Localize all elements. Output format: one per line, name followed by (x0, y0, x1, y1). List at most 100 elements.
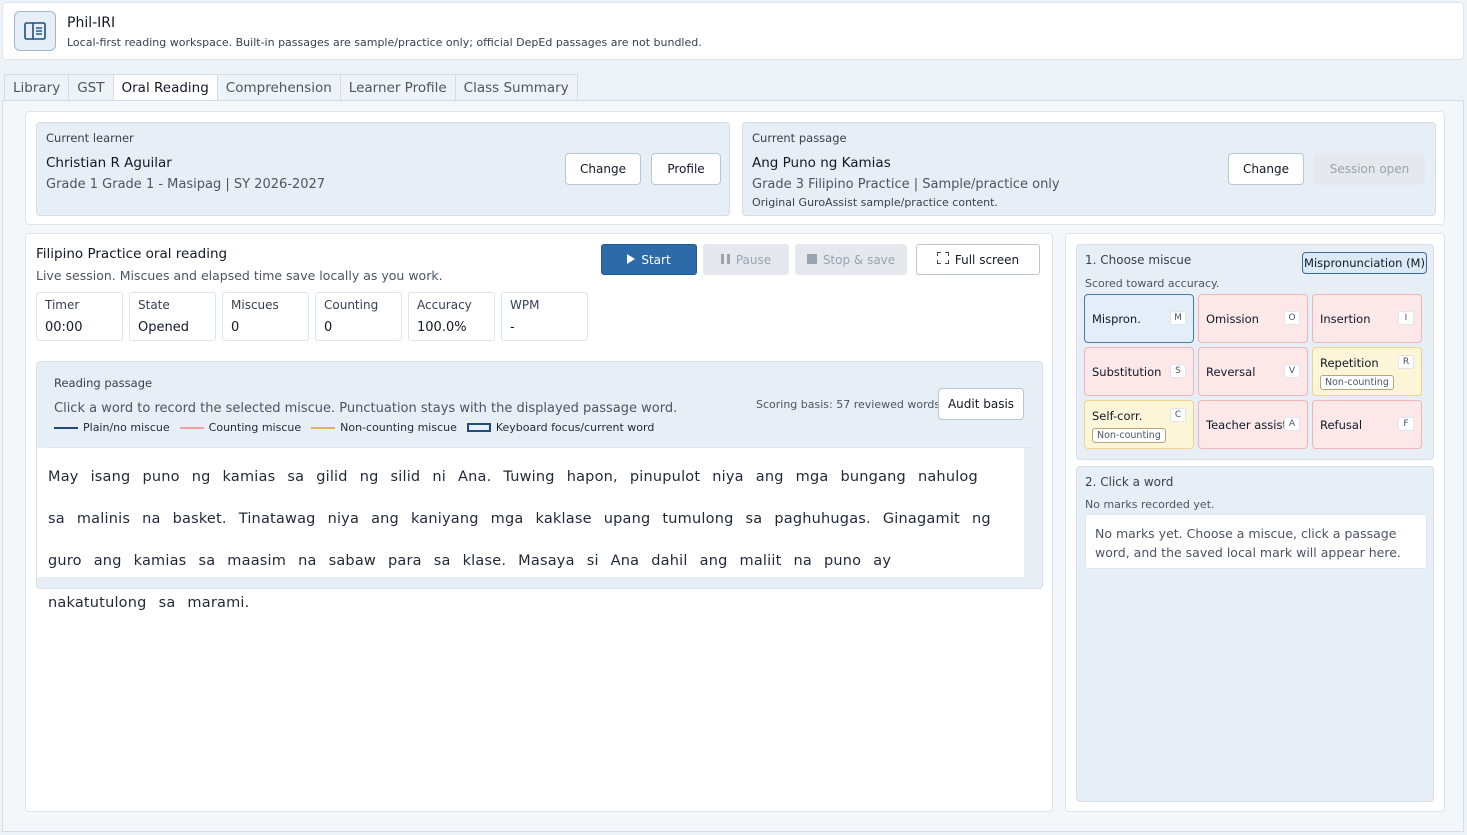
passage-word[interactable]: sa (48, 498, 65, 540)
click-word-title: 2. Click a word (1085, 475, 1174, 489)
passage-word[interactable]: kamias (223, 456, 276, 498)
passage-word[interactable]: bungang (840, 456, 905, 498)
passage-word[interactable]: silid (390, 456, 420, 498)
audit-basis-button[interactable]: Audit basis (938, 388, 1024, 420)
miscue-option-substitution[interactable]: Substitution S (1084, 347, 1194, 396)
tab-library[interactable]: Library (4, 74, 69, 101)
miscue-side-panel: 1. Choose miscue Mispronunciation (M) Sc… (1065, 233, 1445, 812)
stop-save-button[interactable]: Stop & save (795, 244, 907, 275)
passage-word[interactable]: ay (873, 540, 891, 582)
miscue-shortcut-key: F (1398, 417, 1414, 431)
passage-word[interactable]: na (142, 498, 160, 540)
passage-word[interactable]: puno (142, 456, 179, 498)
passage-word[interactable]: basket. (173, 498, 227, 540)
passage-word[interactable]: sabaw (329, 540, 376, 582)
passage-word[interactable]: tumulong (662, 498, 733, 540)
passage-word[interactable]: gilid (316, 456, 348, 498)
passage-card-label: Current passage (752, 131, 847, 145)
passage-word[interactable]: paghuhugas. (774, 498, 871, 540)
passage-word[interactable]: Ginagamit (883, 498, 960, 540)
passage-word[interactable]: guro (48, 540, 82, 582)
passage-word[interactable]: puno (824, 540, 861, 582)
learner-card: Current learner Christian R Aguilar Grad… (36, 122, 730, 216)
passage-word[interactable]: kaklase (536, 498, 592, 540)
passage-word[interactable]: marami. (187, 582, 249, 624)
change-learner-button[interactable]: Change (565, 153, 641, 185)
passage-word[interactable]: isang (91, 456, 131, 498)
passage-word[interactable]: ang (756, 456, 784, 498)
passage-word[interactable]: May (48, 456, 79, 498)
miscue-option-insertion[interactable]: Insertion I (1312, 294, 1422, 343)
stat-state: State Opened (129, 292, 216, 341)
passage-word[interactable]: sa (434, 540, 451, 582)
learner-card-label: Current learner (46, 131, 134, 145)
passage-word[interactable]: malinis (77, 498, 130, 540)
passage-word[interactable]: ng (192, 456, 211, 498)
reading-title: Filipino Practice oral reading (36, 246, 228, 262)
tab-learner-profile[interactable]: Learner Profile (339, 74, 455, 101)
passage-word[interactable]: ni (432, 456, 446, 498)
passage-word[interactable]: Ana. (458, 456, 491, 498)
passage-word[interactable]: maliit (740, 540, 782, 582)
passage-word[interactable]: para (388, 540, 422, 582)
passage-word[interactable]: Ana (611, 540, 640, 582)
play-icon (627, 253, 636, 267)
tab-class-summary[interactable]: Class Summary (454, 74, 578, 101)
miscue-legend: Plain/no miscue Counting miscue Non-coun… (54, 421, 654, 434)
passage-word[interactable]: dahil (651, 540, 687, 582)
miscue-option-reversal[interactable]: Reversal V (1198, 347, 1308, 396)
miscue-option-label: Substitution (1092, 365, 1162, 379)
passage-word[interactable]: nakatutulong (48, 582, 147, 624)
passage-word[interactable]: na (298, 540, 316, 582)
miscue-option-teacher-assist[interactable]: Teacher assist A (1198, 400, 1308, 449)
passage-word[interactable]: Tinatawag (239, 498, 316, 540)
passage-word[interactable]: kaniyang (411, 498, 479, 540)
passage-note: Original GuroAssist sample/practice cont… (752, 196, 998, 209)
miscue-option-repetition[interactable]: Repetition R Non-counting (1312, 347, 1422, 396)
stat-timer: Timer 00:00 (36, 292, 123, 341)
passage-word[interactable]: hapon, (567, 456, 618, 498)
passage-word[interactable]: ng (360, 456, 379, 498)
miscue-option-label: Mispron. (1092, 312, 1141, 326)
miscue-option-mispron[interactable]: Mispron. M (1084, 294, 1194, 343)
profile-button[interactable]: Profile (651, 153, 721, 185)
passage-word[interactable]: mga (491, 498, 524, 540)
passage-word[interactable]: Masaya (518, 540, 575, 582)
passage-word[interactable]: na (794, 540, 812, 582)
passage-word[interactable]: sa (746, 498, 763, 540)
miscue-option-self-corr[interactable]: Self-corr. C Non-counting (1084, 400, 1194, 449)
passage-word[interactable]: niya (328, 498, 360, 540)
miscue-shortcut-key: R (1398, 355, 1414, 369)
passage-word[interactable]: klase. (463, 540, 507, 582)
session-open-button[interactable]: Session open (1314, 153, 1425, 185)
passage-word[interactable]: ang (371, 498, 399, 540)
passage-word[interactable]: ng (972, 498, 991, 540)
passage-word[interactable]: Tuwing (503, 456, 554, 498)
pause-button[interactable]: Pause (703, 244, 789, 275)
tab-comprehension[interactable]: Comprehension (216, 74, 340, 101)
miscue-option-omission[interactable]: Omission O (1198, 294, 1308, 343)
passage-word[interactable]: ang (94, 540, 122, 582)
passage-word[interactable]: pinupulot (630, 456, 700, 498)
passage-word[interactable]: mga (796, 456, 829, 498)
passage-word[interactable]: sa (198, 540, 215, 582)
miscue-option-refusal[interactable]: Refusal F (1312, 400, 1422, 449)
tab-gst[interactable]: GST (68, 74, 113, 101)
start-button[interactable]: Start (601, 244, 697, 275)
full-screen-button[interactable]: Full screen (916, 244, 1040, 275)
passage-word[interactable]: upang (604, 498, 651, 540)
passage-word[interactable]: maasim (227, 540, 286, 582)
book-open-icon (14, 11, 56, 51)
passage-word[interactable]: si (587, 540, 599, 582)
passage-word[interactable]: kamias (134, 540, 187, 582)
choose-miscue-title: 1. Choose miscue (1085, 253, 1192, 267)
passage-word[interactable]: sa (159, 582, 176, 624)
passage-word[interactable]: nahulog (918, 456, 978, 498)
passage-word[interactable]: ang (700, 540, 728, 582)
change-passage-button[interactable]: Change (1228, 153, 1304, 185)
tab-oral-reading[interactable]: Oral Reading (112, 74, 217, 101)
passage-word[interactable]: sa (287, 456, 304, 498)
passage-meta: Grade 3 Filipino Practice | Sample/pract… (752, 177, 1060, 192)
passage-word[interactable]: niya (712, 456, 744, 498)
miscue-option-label: Omission (1206, 312, 1259, 326)
